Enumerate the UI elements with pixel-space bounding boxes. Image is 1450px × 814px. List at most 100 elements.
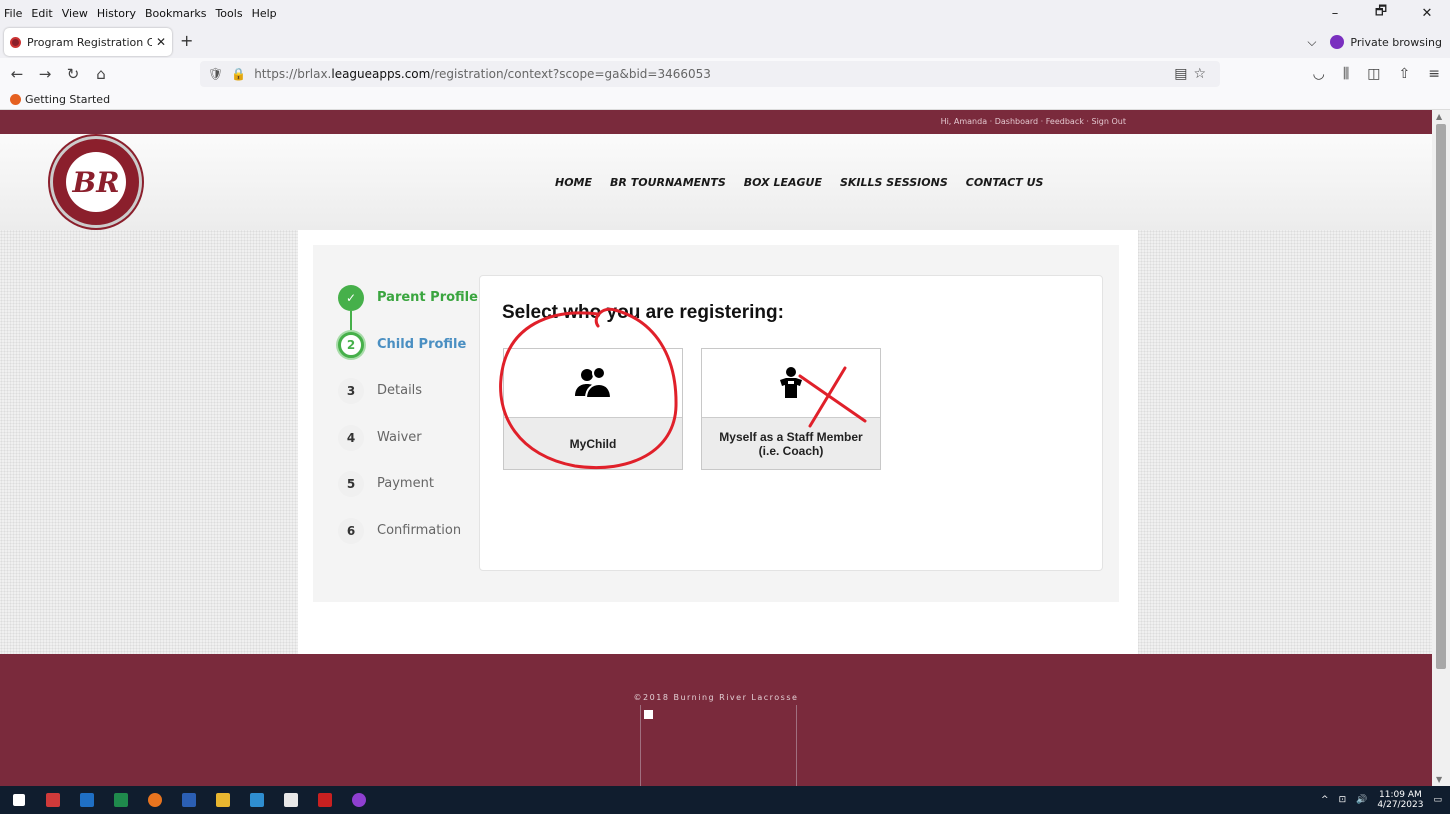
bookmark-getting-started[interactable]: Getting Started [25, 93, 110, 106]
home-icon[interactable]: ⌂ [90, 65, 112, 83]
registration-panel: ✓ Parent Profile 2 Child Profile 3 Detai… [313, 245, 1119, 602]
pocket-icon[interactable]: ◡ [1313, 66, 1325, 82]
nav-skills-sessions[interactable]: SKILLS SESSIONS [840, 176, 948, 189]
word-icon[interactable] [174, 789, 204, 811]
firefox-taskbar-icon[interactable] [140, 789, 170, 811]
tray-chevron-icon[interactable]: ^ [1321, 795, 1329, 805]
list-tabs-chevron-icon[interactable]: ⌵ [1307, 35, 1316, 50]
url-actions: ▤ ☆ [1174, 66, 1206, 82]
nav-contact-us[interactable]: CONTACT US [966, 176, 1044, 189]
system-tray: ^ ⊡ 🔊 11:09 AM 4/27/2023 ▭ [1321, 786, 1442, 814]
forward-icon[interactable]: → [34, 65, 56, 83]
menu-view[interactable]: View [62, 7, 88, 20]
bookmarks-toolbar: Getting Started [0, 90, 1450, 110]
step-label: Details [377, 383, 423, 398]
menu-history[interactable]: History [97, 7, 136, 20]
burning-river-logo[interactable]: BR [50, 136, 142, 228]
firefox-icon [10, 94, 21, 105]
clock-date: 4/27/2023 [1377, 800, 1424, 810]
tracking-shield-icon[interactable]: 🛡 [208, 67, 223, 81]
network-icon[interactable]: ⊡ [1339, 795, 1347, 805]
close-window-button[interactable]: ✕ [1404, 6, 1450, 21]
nav-box-league[interactable]: BOX LEAGUE [744, 176, 822, 189]
option-staff-member[interactable]: Myself as a Staff Member (i.e. Coach) [701, 348, 881, 470]
maximize-button[interactable]: 🗗 [1358, 2, 1404, 24]
nav-home[interactable]: HOME [555, 176, 592, 189]
menu-tools[interactable]: Tools [215, 7, 242, 20]
notifications-icon[interactable]: ▭ [1433, 795, 1442, 805]
step-label: Parent Profile [377, 290, 478, 305]
menu-bar: File Edit View History Bookmarks Tools H… [0, 0, 1450, 26]
acrobat-icon[interactable] [310, 789, 340, 811]
tab-bar: Program Registration Context : ✕ + ⌵ Pri… [0, 26, 1450, 58]
close-tab-icon[interactable]: ✕ [156, 35, 166, 49]
step-waiver: 4 Waiver [338, 424, 478, 472]
option-label: Myself as a Staff Member (i.e. Coach) [702, 417, 880, 469]
menu-file[interactable]: File [4, 7, 22, 20]
app-q-icon[interactable] [38, 789, 68, 811]
document-icon[interactable] [276, 789, 306, 811]
main-nav: HOME BR TOURNAMENTS BOX LEAGUE SKILLS SE… [555, 176, 1043, 189]
step-connector [350, 311, 352, 331]
broken-image-icon [644, 710, 653, 719]
app-blue-icon[interactable] [242, 789, 272, 811]
main-content: ✓ Parent Profile 2 Child Profile 3 Detai… [298, 230, 1138, 654]
menu-help[interactable]: Help [252, 7, 277, 20]
toolbar-right: ◡ ⫼ ◫ ⇧ ≡ [1313, 58, 1440, 90]
minimize-button[interactable]: – [1312, 6, 1358, 21]
lock-icon[interactable]: 🔒 [231, 67, 246, 81]
scrollbar-thumb[interactable] [1436, 124, 1446, 669]
url-path: /registration/context?scope=ga&bid=34660… [430, 67, 711, 81]
step-label: Waiver [377, 429, 422, 445]
start-icon[interactable] [4, 789, 34, 811]
tab-registration[interactable]: Program Registration Context : ✕ [4, 28, 172, 56]
step-parent-profile: ✓ Parent Profile [338, 285, 478, 332]
card-title: Select who you are registering: [502, 302, 784, 323]
window-controls: – 🗗 ✕ [1312, 0, 1450, 26]
volume-icon[interactable]: 🔊 [1356, 795, 1367, 805]
file-explorer-icon[interactable] [208, 789, 238, 811]
user-links[interactable]: Hi, Amanda · Dashboard · Feedback · Sign… [941, 117, 1126, 126]
address-bar[interactable]: 🛡 🔒 https://brlax. leagueapps.com/registr… [200, 61, 1220, 87]
step-check-icon: ✓ [338, 285, 364, 311]
option-my-child[interactable]: MyChild [503, 348, 683, 470]
private-browsing-label: Private browsing [1350, 35, 1442, 49]
scroll-down-icon[interactable]: ▼ [1436, 775, 1442, 784]
share-icon[interactable]: ⇧ [1399, 66, 1411, 82]
step-confirmation: 6 Confirmation [338, 517, 478, 565]
private-firefox-icon[interactable] [344, 789, 374, 811]
site-favicon-icon [10, 36, 21, 48]
step-number: 4 [338, 424, 364, 451]
clock-time: 11:09 AM [1379, 790, 1422, 800]
menu-bookmarks[interactable]: Bookmarks [145, 7, 206, 20]
excel-icon[interactable] [106, 789, 136, 811]
back-icon[interactable]: ← [6, 65, 28, 83]
site-top-strip: Hi, Amanda · Dashboard · Feedback · Sign… [0, 110, 1432, 134]
url-domain: leagueapps.com [331, 67, 431, 81]
sidebar-icon[interactable]: ◫ [1367, 66, 1380, 82]
nav-br-tournaments[interactable]: BR TOURNAMENTS [610, 176, 726, 189]
step-child-profile: 2 Child Profile [338, 331, 478, 379]
library-icon[interactable]: ⫼ [1343, 66, 1349, 82]
url-prefix: https://brlax. [254, 67, 332, 81]
step-label: Child Profile [377, 336, 467, 352]
clock[interactable]: 11:09 AM 4/27/2023 [1377, 790, 1423, 810]
tab-title: Program Registration Context : [27, 35, 152, 49]
step-label: Confirmation [377, 522, 462, 538]
step-details: 3 Details [338, 378, 478, 425]
step-number: 6 [338, 517, 364, 544]
scroll-up-icon[interactable]: ▲ [1436, 112, 1442, 121]
page-scrollbar[interactable]: ▲ ▼ [1432, 110, 1450, 786]
footer-embed [640, 705, 797, 786]
bookmark-star-icon[interactable]: ☆ [1193, 66, 1206, 82]
menu-edit[interactable]: Edit [31, 7, 52, 20]
new-tab-button[interactable]: + [180, 31, 193, 50]
option-label: MyChild [504, 417, 682, 469]
menu-hamburger-icon[interactable]: ≡ [1428, 66, 1440, 82]
registrant-select-card: Select who you are registering: MyChild … [479, 275, 1103, 571]
reload-icon[interactable]: ↻ [62, 65, 84, 83]
step-number: 3 [338, 378, 364, 404]
site-footer: ©2018 Burning River Lacrosse [0, 654, 1432, 786]
outlook-icon[interactable] [72, 789, 102, 811]
reader-view-icon[interactable]: ▤ [1174, 66, 1187, 82]
